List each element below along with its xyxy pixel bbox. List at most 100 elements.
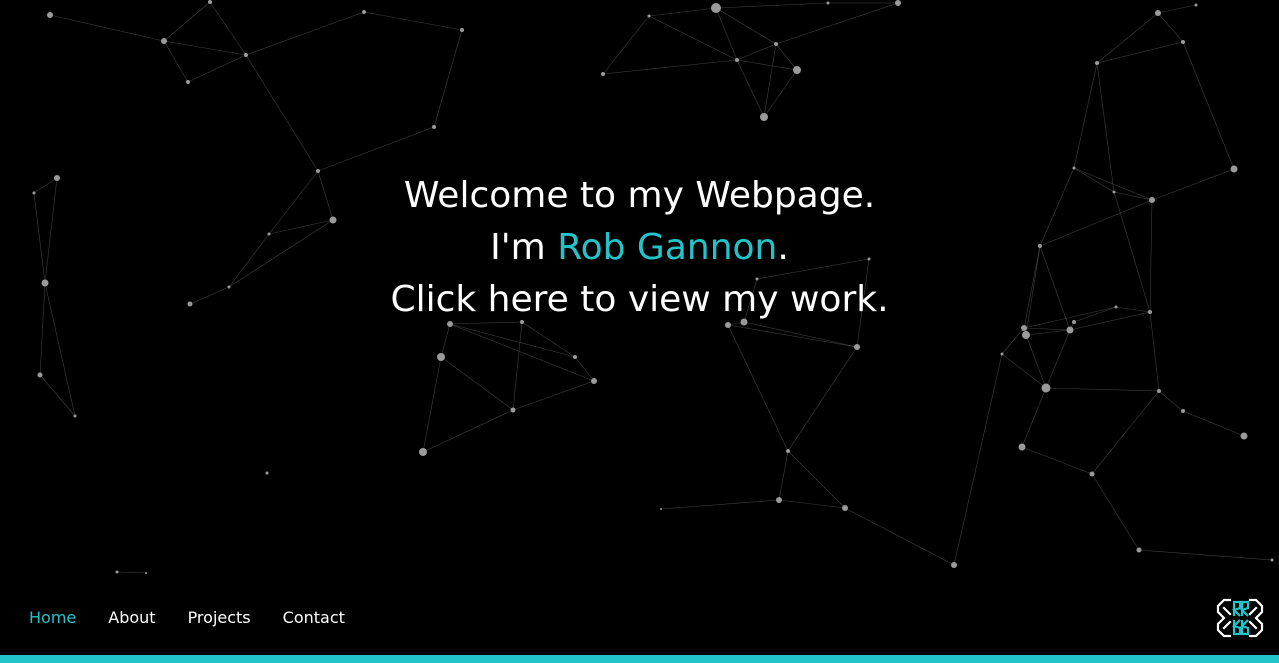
- network-link: [1025, 329, 1071, 336]
- network-node: [735, 58, 739, 62]
- intro-suffix: .: [777, 227, 789, 268]
- network-node: [115, 570, 119, 574]
- network-link: [433, 29, 463, 128]
- network-node: [73, 414, 77, 418]
- network-node: [419, 448, 427, 456]
- network-link: [736, 59, 798, 71]
- network-link: [317, 126, 435, 172]
- network-node: [1181, 40, 1185, 44]
- view-work-link[interactable]: Click here to view my work.: [390, 279, 888, 320]
- network-link: [715, 7, 777, 45]
- accent-bottom-bar: [0, 655, 1279, 663]
- network-node: [793, 66, 801, 74]
- network-node: [1000, 352, 1004, 356]
- network-link: [602, 59, 738, 75]
- network-node: [460, 28, 464, 32]
- rg-monogram-logo-icon[interactable]: [1216, 596, 1264, 640]
- network-node: [774, 42, 778, 46]
- network-node: [1181, 409, 1185, 413]
- network-link: [1091, 473, 1140, 551]
- network-node: [711, 3, 721, 13]
- network-node: [1270, 558, 1274, 562]
- nav-contact-link[interactable]: Contact: [283, 608, 345, 627]
- network-link: [648, 15, 738, 61]
- network-link: [440, 356, 514, 411]
- network-node: [951, 562, 957, 568]
- network-node: [826, 1, 830, 5]
- network-link: [449, 323, 595, 382]
- network-link: [763, 43, 777, 118]
- network-link: [187, 54, 247, 83]
- network-node: [786, 449, 790, 453]
- network-node: [244, 53, 248, 57]
- network-node: [1095, 61, 1099, 65]
- network-node: [1022, 331, 1030, 339]
- network-link: [1138, 549, 1273, 561]
- network-node: [647, 14, 651, 18]
- network-link: [727, 324, 789, 452]
- network-link: [1045, 387, 1160, 392]
- network-link: [209, 1, 247, 56]
- network-node: [432, 125, 436, 129]
- network-link: [775, 43, 798, 71]
- network-link: [422, 409, 514, 453]
- network-node: [186, 80, 190, 84]
- network-link: [953, 353, 1003, 566]
- network-node: [1089, 471, 1095, 477]
- author-name: Rob Gannon: [557, 227, 778, 268]
- network-node: [776, 497, 782, 503]
- network-link: [163, 1, 211, 42]
- network-link: [512, 380, 595, 411]
- network-node: [362, 10, 366, 14]
- network-link: [778, 450, 789, 501]
- nav-about-link[interactable]: About: [108, 608, 155, 627]
- network-node: [1157, 389, 1161, 393]
- network-node: [1136, 547, 1142, 553]
- network-link: [1091, 390, 1160, 475]
- network-link: [521, 321, 576, 358]
- nav-projects-link[interactable]: Projects: [188, 608, 251, 627]
- network-link: [1045, 329, 1071, 389]
- main-nav: Home About Projects Contact: [29, 608, 345, 627]
- nav-home-link[interactable]: Home: [29, 608, 76, 627]
- network-link: [787, 450, 846, 509]
- network-link: [1021, 446, 1093, 475]
- network-link: [163, 40, 189, 83]
- network-link: [648, 7, 717, 17]
- network-link: [844, 507, 955, 566]
- network-node: [854, 344, 860, 350]
- network-link: [787, 346, 858, 452]
- network-link: [39, 374, 76, 417]
- network-node: [510, 407, 516, 413]
- network-node: [47, 12, 53, 18]
- network-node: [37, 372, 43, 378]
- network-node: [760, 113, 768, 121]
- network-node: [591, 378, 597, 384]
- network-link: [245, 54, 319, 172]
- network-node: [601, 72, 605, 76]
- network-link: [727, 324, 858, 348]
- welcome-heading: Welcome to my Webpage.: [403, 175, 876, 216]
- network-link: [116, 571, 147, 574]
- network-node: [1066, 326, 1074, 334]
- network-link: [1182, 41, 1235, 170]
- network-node: [437, 353, 445, 361]
- network-link: [775, 2, 899, 45]
- intro-prefix: I'm: [490, 227, 558, 268]
- network-node: [161, 38, 167, 44]
- network-link: [1157, 4, 1197, 14]
- hero-text: Welcome to my Webpage. I'm Rob Gannon. C…: [0, 170, 1279, 326]
- network-link: [49, 14, 165, 42]
- hero-section: Welcome to my Webpage. I'm Rob Gannon. C…: [0, 0, 1279, 663]
- network-link: [736, 59, 765, 118]
- network-node: [895, 0, 901, 6]
- network-node: [208, 0, 212, 4]
- network-link: [602, 15, 650, 75]
- network-node: [1194, 3, 1198, 7]
- network-link: [1023, 327, 1071, 331]
- network-link: [245, 11, 365, 56]
- network-link: [715, 2, 829, 9]
- network-node: [145, 572, 147, 574]
- network-node: [660, 508, 662, 510]
- network-link: [1021, 387, 1047, 448]
